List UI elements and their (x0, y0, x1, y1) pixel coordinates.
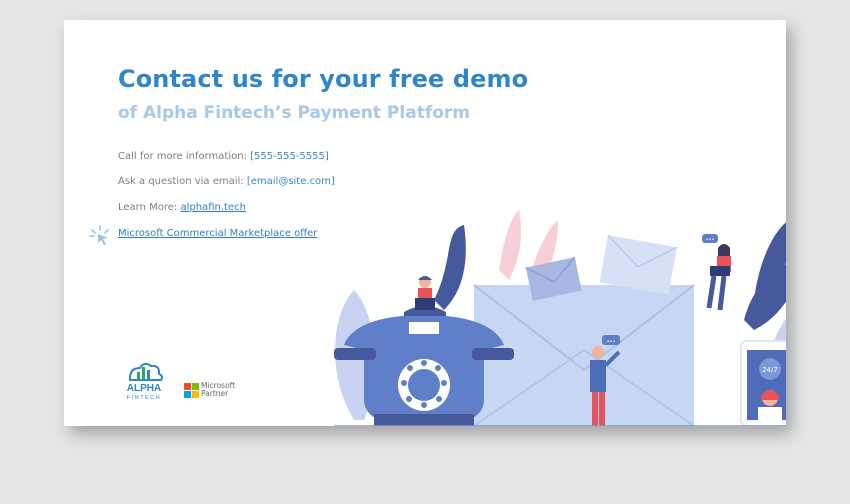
chat-dots-1: ••• (607, 339, 616, 345)
learn-more-link[interactable]: alphafin.tech (180, 202, 245, 213)
phone-number[interactable]: [555-555-5555] (250, 151, 329, 162)
email-address[interactable]: [email@site.com] (247, 176, 335, 187)
marketplace-offer-link[interactable]: Microsoft Commercial Marketplace offer (118, 228, 317, 239)
page-subtitle: of Alpha Fintech’s Payment Platform (118, 103, 470, 123)
slide: Contact us for your free demo of Alpha F… (64, 20, 786, 426)
alpha-fintech-logo: ALPHA FINTECH (127, 362, 164, 401)
microsoft-partner-label: Microsoft Partner (201, 382, 235, 398)
logo-fintech-text: FINTECH (127, 395, 161, 401)
page-title: Contact us for your free demo (118, 65, 529, 93)
cursor-click-icon (89, 225, 109, 245)
learn-more-label: Learn More: (118, 202, 181, 213)
call-label: Call for more information: (118, 151, 251, 162)
call-info: Call for more information: [555-555-5555… (118, 151, 329, 162)
email-info: Ask a question via email: [email@site.co… (118, 176, 335, 187)
logo-alpha-text: ALPHA (127, 383, 161, 394)
learn-more: Learn More: alphafin.tech (118, 202, 246, 213)
contact-illustration: ••• ••• 24/7 (334, 210, 786, 426)
partner-line-2: Partner (201, 389, 229, 398)
support-badge-text: 24/7 (762, 366, 778, 374)
email-label: Ask a question via email: (118, 176, 247, 187)
chat-dots-2: ••• (706, 237, 715, 243)
